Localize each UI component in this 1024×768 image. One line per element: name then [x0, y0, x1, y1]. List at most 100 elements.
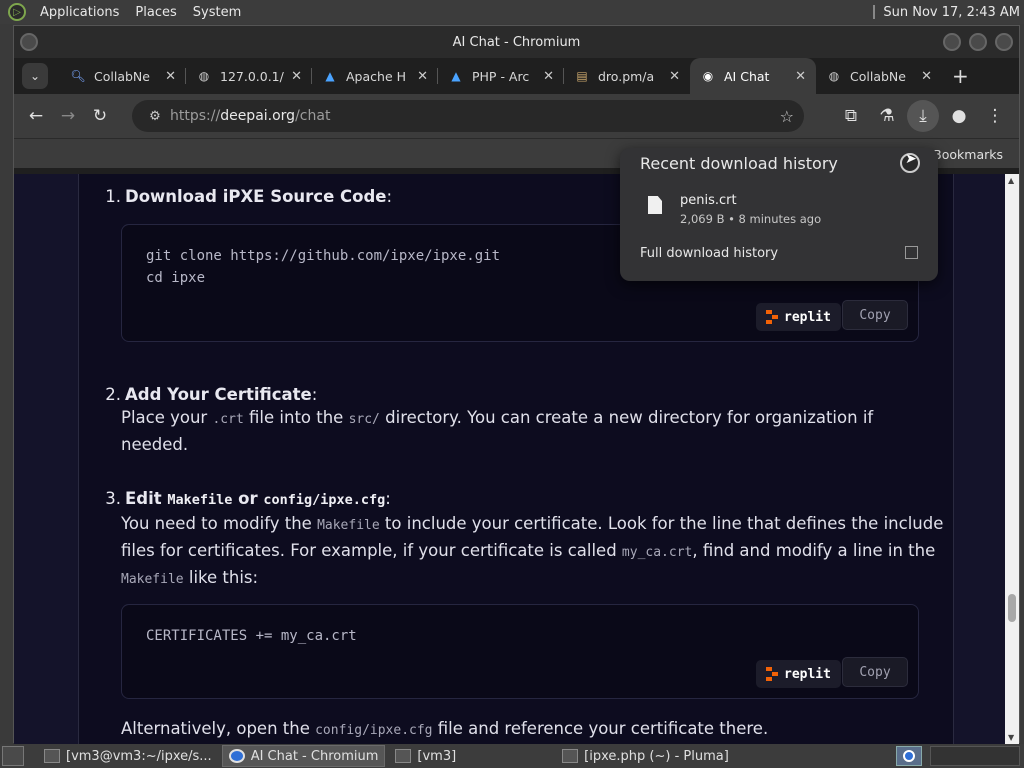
tab-search-button[interactable]: ⌄	[22, 63, 48, 89]
popup-title: Recent download history	[640, 154, 838, 173]
replit-label: replit	[784, 309, 831, 325]
minimize-button[interactable]	[943, 33, 961, 51]
inline-code: .crt	[212, 412, 244, 427]
scroll-up-arrow-icon[interactable]: ▲	[1008, 176, 1014, 185]
text: directory. You can create a new director…	[379, 408, 874, 427]
text: file into the	[243, 408, 349, 427]
code-text[interactable]: CERTIFICATES += my_ca.crt	[122, 605, 918, 667]
inline-code: Makefile	[317, 518, 380, 533]
distro-logo-icon[interactable]: ▷	[8, 3, 26, 21]
chromium-window: AI Chat - Chromium ⌄ 🔍︎ CollabNe ✕ ◍ 127…	[13, 25, 1020, 744]
copy-button[interactable]: Copy	[842, 657, 908, 687]
close-icon[interactable]: ✕	[417, 69, 428, 84]
open-external-icon[interactable]	[905, 246, 918, 259]
tab-label: AI Chat	[724, 68, 770, 84]
system-top-panel: ▷ Applications Places System Sun Nov 17,…	[0, 0, 1024, 24]
step-title: or	[232, 489, 264, 508]
page-scrollbar[interactable]: ▲ ▼	[1005, 174, 1019, 744]
inline-code: src/	[348, 412, 380, 427]
workspace-switcher[interactable]	[930, 746, 1020, 766]
clock[interactable]: Sun Nov 17, 2:43 AM	[873, 0, 1020, 24]
scroll-down-arrow-icon[interactable]: ▼	[1008, 733, 1014, 742]
step-1-heading: 1. Download iPXE Source Code:	[99, 184, 392, 209]
close-icon[interactable]: ✕	[795, 69, 806, 84]
tray-chromium-icon[interactable]	[896, 746, 922, 766]
replit-button[interactable]: replit	[756, 303, 841, 331]
text: , find and modify a line in the	[692, 541, 936, 560]
step-3-heading: 3. Edit Makefile or config/ipxe.cfg:	[99, 486, 391, 513]
show-desktop-button[interactable]	[2, 746, 24, 766]
extensions-icon[interactable]: ⧉	[835, 100, 867, 132]
window-titlebar[interactable]: AI Chat - Chromium	[14, 26, 1019, 58]
tab-dropm[interactable]: ▤ dro.pm/a ✕	[564, 58, 690, 94]
folder-icon: ▤	[576, 69, 588, 83]
step-3-text: You need to modify the Makefile to inclu…	[121, 511, 943, 592]
window-menu-button[interactable]	[20, 33, 38, 51]
address-bar[interactable]: ⚙︎ https://deepai.org/chat ☆	[132, 100, 804, 132]
replit-label: replit	[784, 666, 831, 682]
chevron-down-icon: ⌄	[29, 69, 41, 83]
step-2-text: Place your .crt file into the src/ direc…	[121, 405, 873, 457]
labs-flask-icon[interactable]: ⚗︎	[871, 100, 903, 132]
tab-strip: ⌄ 🔍︎ CollabNe ✕ ◍ 127.0.0.1/ ✕ ▲ Apache …	[14, 58, 1019, 94]
copy-button[interactable]: Copy	[842, 300, 908, 330]
menu-places[interactable]: Places	[127, 5, 184, 20]
text: file and reference your certificate ther…	[432, 719, 769, 738]
tab-apache[interactable]: ▲ Apache H ✕	[312, 58, 438, 94]
deepai-icon: ◉	[702, 69, 714, 83]
taskbar-item-chromium[interactable]: AI Chat - Chromium	[221, 745, 386, 767]
tab-collabnet-2[interactable]: ◍ CollabNe ✕	[816, 58, 942, 94]
step-suffix: :	[386, 187, 393, 206]
tab-label: Apache H	[346, 68, 407, 84]
close-window-button[interactable]	[995, 33, 1013, 51]
taskbar-item-pluma[interactable]: [ipxe.php (~) - Pluma]	[556, 745, 735, 767]
profile-icon[interactable]: ●	[943, 100, 975, 132]
text: You need to modify the	[121, 514, 318, 533]
close-icon[interactable]: ✕	[669, 69, 680, 84]
globe-icon: ◍	[828, 69, 840, 83]
scrollbar-thumb[interactable]	[1008, 594, 1016, 622]
forward-button[interactable]: →	[52, 100, 84, 132]
arch-logo-icon: ▲	[451, 69, 461, 83]
url-host: deepai.org	[220, 108, 296, 124]
taskbar-item-label: [vm3@vm3:~/ipxe/s...	[66, 748, 212, 764]
close-icon[interactable]: ✕	[165, 69, 176, 84]
site-info-icon[interactable]: ⚙︎	[140, 109, 170, 124]
step-title: Download iPXE Source Code	[125, 187, 387, 206]
window-title: AI Chat - Chromium	[452, 34, 581, 50]
step-title: Edit	[125, 489, 168, 508]
close-icon[interactable]: ✕	[921, 69, 932, 84]
download-file-name[interactable]: penis.crt	[680, 193, 737, 208]
menu-kebab-icon[interactable]: ⋮	[979, 100, 1011, 132]
inline-code: Makefile	[121, 572, 184, 587]
maximize-button[interactable]	[969, 33, 987, 51]
full-download-history-link[interactable]: Full download history	[640, 246, 778, 261]
tab-label: dro.pm/a	[598, 68, 655, 84]
replit-button[interactable]: replit	[756, 660, 841, 688]
tab-ai-chat[interactable]: ◉ AI Chat ✕	[690, 58, 816, 94]
new-tab-button[interactable]: +	[952, 64, 969, 88]
inline-code: Makefile	[167, 492, 233, 508]
taskbar-item-terminal[interactable]: [vm3@vm3:~/ipxe/s...	[38, 745, 218, 767]
step-suffix: :	[311, 385, 318, 404]
taskbar-item-label: AI Chat - Chromium	[250, 748, 379, 764]
mouse-cursor-icon: ➤	[905, 151, 917, 167]
url-path: /chat	[295, 108, 331, 124]
tab-collabnet-1[interactable]: 🔍︎ CollabNe ✕	[60, 58, 186, 94]
menu-applications[interactable]: Applications	[32, 5, 127, 20]
close-icon[interactable]: ✕	[543, 69, 554, 84]
bookmark-star-icon[interactable]: ☆	[780, 107, 794, 126]
arch-logo-icon: ▲	[325, 69, 335, 83]
tab-label: CollabNe	[850, 68, 906, 84]
tab-php[interactable]: ▲ PHP - Arc ✕	[438, 58, 564, 94]
back-button[interactable]: ←	[20, 100, 52, 132]
menu-system[interactable]: System	[185, 5, 249, 20]
close-icon[interactable]: ✕	[291, 69, 302, 84]
taskbar-item-folder[interactable]: [vm3]	[389, 745, 462, 767]
terminal-icon	[44, 749, 60, 763]
panel-separator	[873, 5, 876, 19]
reload-button[interactable]: ↻	[84, 100, 116, 132]
all-bookmarks-button[interactable]: Bookmarks	[933, 147, 1003, 162]
downloads-icon[interactable]: ⤓	[907, 100, 939, 132]
tab-localhost[interactable]: ◍ 127.0.0.1/ ✕	[186, 58, 312, 94]
